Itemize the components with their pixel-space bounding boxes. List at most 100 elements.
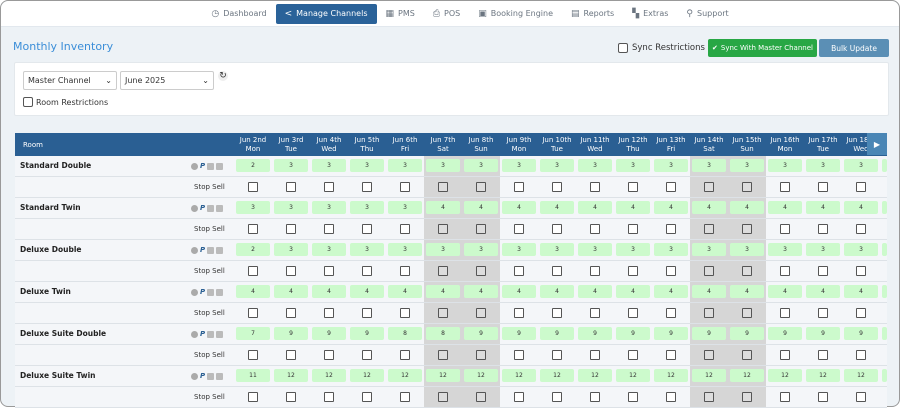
stop-sell-checkbox[interactable] (324, 224, 334, 234)
pricing-icon[interactable]: P (200, 162, 205, 170)
nav-item-pos[interactable]: ⎙ POS (424, 4, 469, 24)
stop-sell-checkbox[interactable] (704, 182, 714, 192)
stop-sell-checkbox[interactable] (780, 182, 790, 192)
availability-input[interactable]: 11 (236, 369, 270, 382)
stop-sell-checkbox[interactable] (400, 266, 410, 276)
stop-sell-checkbox[interactable] (856, 392, 866, 402)
availability-input[interactable]: 3 (806, 243, 840, 256)
availability-input[interactable]: 4 (464, 201, 498, 214)
stop-sell-checkbox[interactable] (438, 392, 448, 402)
sync-restrictions-checkbox[interactable]: Sync Restrictions (618, 43, 705, 53)
availability-input[interactable]: 4 (616, 201, 650, 214)
availability-input[interactable]: 3 (502, 243, 536, 256)
stop-sell-checkbox[interactable] (286, 350, 296, 360)
availability-input[interactable]: 12 (388, 369, 422, 382)
availability-input[interactable]: 2 (236, 159, 270, 172)
stop-sell-checkbox[interactable] (628, 308, 638, 318)
availability-input[interactable]: 12 (350, 369, 384, 382)
stop-sell-checkbox[interactable] (856, 308, 866, 318)
stop-sell-checkbox[interactable] (666, 266, 676, 276)
stop-sell-checkbox[interactable] (476, 182, 486, 192)
pricing-icon[interactable]: P (200, 372, 205, 380)
nav-item-dashboard[interactable]: ◷ Dashboard (202, 4, 275, 24)
availability-input[interactable]: 3 (502, 159, 536, 172)
availability-input[interactable]: 4 (654, 285, 688, 298)
stop-sell-checkbox[interactable] (552, 308, 562, 318)
availability-input[interactable]: 4 (312, 285, 346, 298)
availability-input[interactable]: 12 (844, 369, 878, 382)
stop-sell-checkbox[interactable] (324, 392, 334, 402)
availability-input[interactable]: 4 (768, 201, 802, 214)
stop-sell-checkbox[interactable] (362, 308, 372, 318)
stop-sell-checkbox[interactable] (856, 182, 866, 192)
stop-sell-checkbox[interactable] (400, 308, 410, 318)
stop-sell-checkbox[interactable] (628, 392, 638, 402)
availability-input[interactable]: 3 (388, 243, 422, 256)
stop-sell-checkbox[interactable] (286, 266, 296, 276)
availability-input[interactable]: 9 (578, 327, 612, 340)
pricing-icon[interactable]: P (200, 288, 205, 296)
availability-input[interactable]: 12 (730, 369, 764, 382)
stop-sell-checkbox[interactable] (590, 392, 600, 402)
availability-input[interactable]: 9 (806, 327, 840, 340)
availability-input[interactable]: 4 (806, 201, 840, 214)
stop-sell-checkbox[interactable] (742, 266, 752, 276)
stop-sell-checkbox[interactable] (704, 392, 714, 402)
availability-input[interactable]: 7 (236, 327, 270, 340)
stop-sell-checkbox[interactable] (628, 182, 638, 192)
stop-sell-checkbox[interactable] (400, 224, 410, 234)
copy-icon[interactable] (207, 372, 215, 380)
stop-sell-checkbox[interactable] (780, 350, 790, 360)
stop-sell-checkbox[interactable] (590, 350, 600, 360)
stop-sell-checkbox[interactable] (400, 350, 410, 360)
availability-input[interactable]: 9 (274, 327, 308, 340)
availability-input[interactable]: 4 (388, 285, 422, 298)
availability-input[interactable] (882, 285, 887, 298)
next-arrow-button[interactable]: ▶ (867, 133, 887, 155)
info-icon[interactable] (191, 288, 198, 296)
stop-sell-checkbox[interactable] (742, 350, 752, 360)
refresh-icon[interactable]: ↻ (218, 71, 228, 81)
availability-input[interactable]: 9 (350, 327, 384, 340)
stop-sell-checkbox[interactable] (514, 392, 524, 402)
availability-input[interactable]: 3 (350, 159, 384, 172)
nav-item-extras[interactable]: ▚ Extras (623, 4, 677, 24)
stop-sell-checkbox[interactable] (324, 308, 334, 318)
stop-sell-checkbox[interactable] (590, 182, 600, 192)
availability-input[interactable]: 4 (236, 285, 270, 298)
stop-sell-checkbox[interactable] (476, 392, 486, 402)
stop-sell-checkbox[interactable] (780, 308, 790, 318)
bulk-update-button[interactable]: Bulk Update (819, 39, 889, 57)
stop-sell-checkbox[interactable] (324, 182, 334, 192)
availability-input[interactable]: 3 (730, 159, 764, 172)
availability-input[interactable]: 12 (502, 369, 536, 382)
nav-item-pms[interactable]: ▦ PMS (377, 4, 424, 24)
availability-input[interactable]: 3 (654, 243, 688, 256)
stop-sell-checkbox[interactable] (248, 392, 258, 402)
stop-sell-checkbox[interactable] (666, 182, 676, 192)
availability-input[interactable]: 3 (578, 159, 612, 172)
availability-input[interactable]: 12 (426, 369, 460, 382)
stop-sell-checkbox[interactable] (742, 224, 752, 234)
availability-input[interactable]: 3 (616, 243, 650, 256)
stop-sell-checkbox[interactable] (666, 224, 676, 234)
stop-sell-checkbox[interactable] (856, 350, 866, 360)
availability-input[interactable]: 3 (236, 201, 270, 214)
nav-item-booking-engine[interactable]: ▣ Booking Engine (469, 4, 562, 24)
stop-sell-checkbox[interactable] (248, 350, 258, 360)
availability-input[interactable] (882, 369, 887, 382)
info-icon[interactable] (191, 246, 198, 254)
stop-sell-checkbox[interactable] (362, 266, 372, 276)
stop-sell-checkbox[interactable] (818, 182, 828, 192)
stop-sell-checkbox[interactable] (818, 224, 828, 234)
availability-input[interactable]: 3 (312, 159, 346, 172)
stop-sell-checkbox[interactable] (704, 350, 714, 360)
copy-icon[interactable] (207, 330, 215, 338)
availability-input[interactable]: 4 (616, 285, 650, 298)
availability-input[interactable] (882, 243, 887, 256)
availability-input[interactable]: 9 (692, 327, 726, 340)
info-icon[interactable] (191, 372, 198, 380)
availability-input[interactable]: 8 (388, 327, 422, 340)
stop-sell-checkbox[interactable] (438, 308, 448, 318)
paste-icon[interactable] (216, 372, 224, 380)
